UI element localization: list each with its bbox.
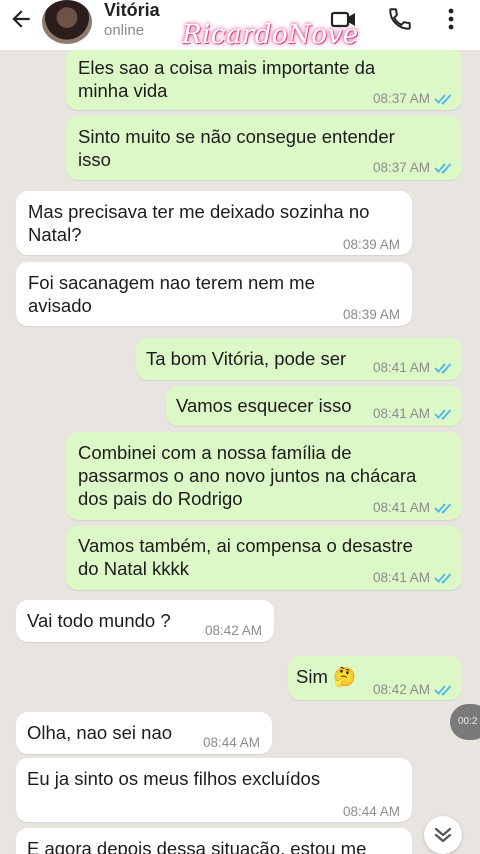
double-check-icon [434,93,452,105]
double-check-icon [434,502,452,514]
message-text: Olha, nao sei nao [27,722,173,743]
message-bubble-incoming[interactable]: Mas precisava ter me deixado sozinha no … [16,191,412,255]
message-text: Sim 🤔 [296,666,357,687]
message-text: Combinei com a nossa família de passarmo… [78,442,417,509]
message-meta: 08:37 AM [373,156,454,179]
message-text: Sinto muito se não consegue entender iss… [78,126,395,170]
message-bubble-outgoing[interactable]: Vamos também, ai compensa o desastre do … [66,526,462,590]
message-bubble-outgoing[interactable]: Sinto muito se não consegue entender iss… [66,116,462,180]
message-meta: 08:44 AM [202,735,260,750]
message-text: Vai todo mundo ? [27,610,171,631]
message-text: Eles sao a coisa mais importante da minh… [78,57,376,101]
message-bubble-outgoing[interactable]: Ta bom Vitória, pode ser 08:41 AM [136,338,462,380]
message-meta: 08:39 AM [342,307,400,322]
voice-duration-pill: 00:2 [450,704,480,740]
message-bubble-outgoing[interactable]: Eles sao a coisa mais importante da minh… [66,48,462,110]
message-meta: 08:41 AM [373,402,454,425]
message-bubble-incoming[interactable]: Olha, nao sei nao 08:44 AM [16,712,272,754]
message-text: Ta bom Vitória, pode ser [146,348,347,369]
message-text: E agora depois dessa situação, estou me [27,838,367,854]
message-text: Foi sacanagem nao terem nem me avisado [28,272,315,316]
arrow-left-icon[interactable] [8,6,34,32]
message-meta: 08:41 AM [373,496,454,519]
watermark: RicardoNove [182,20,359,50]
message-bubble-incoming[interactable]: Foi sacanagem nao terem nem me avisado 0… [16,262,412,326]
message-meta: 08:41 AM [373,356,454,379]
message-meta: 08:42 AM [373,678,454,701]
scroll-to-bottom-button[interactable] [424,816,462,854]
double-check-icon [434,684,452,696]
double-check-icon [434,162,452,174]
double-check-icon [434,362,452,374]
chat-header: Vitória online RicardoNove [0,0,480,50]
message-text: Eu ja sinto os meus filhos excluídos [27,768,321,789]
contact-status: online [104,22,145,39]
message-text: Vamos também, ai compensa o desastre do … [78,535,413,579]
message-bubble-incoming[interactable]: Eu ja sinto os meus filhos excluídos 08:… [16,758,412,822]
message-meta: 08:42 AM [204,623,262,638]
message-meta: 08:44 AM [342,804,400,819]
phone-icon[interactable] [386,6,414,32]
avatar[interactable] [42,0,92,44]
more-vertical-icon[interactable] [440,6,462,32]
message-meta: 08:39 AM [342,237,400,252]
message-text: Vamos esquecer isso [176,395,352,416]
message-text: Mas precisava ter me deixado sozinha no … [28,201,370,245]
double-chevron-down-icon [434,827,452,843]
message-meta: 08:41 AM [373,566,454,589]
message-bubble-incoming[interactable]: Vai todo mundo ? 08:42 AM [16,600,274,642]
message-bubble-outgoing[interactable]: Combinei com a nossa família de passarmo… [66,432,462,520]
message-bubble-outgoing[interactable]: Sim 🤔 08:42 AM [288,656,462,700]
message-bubble-outgoing[interactable]: Vamos esquecer isso 08:41 AM [166,386,462,426]
message-bubble-incoming[interactable]: E agora depois dessa situação, estou me [16,828,412,854]
double-check-icon [434,408,452,420]
double-check-icon [434,572,452,584]
contact-name[interactable]: Vitória [104,0,160,21]
message-meta: 08:37 AM [373,87,454,110]
